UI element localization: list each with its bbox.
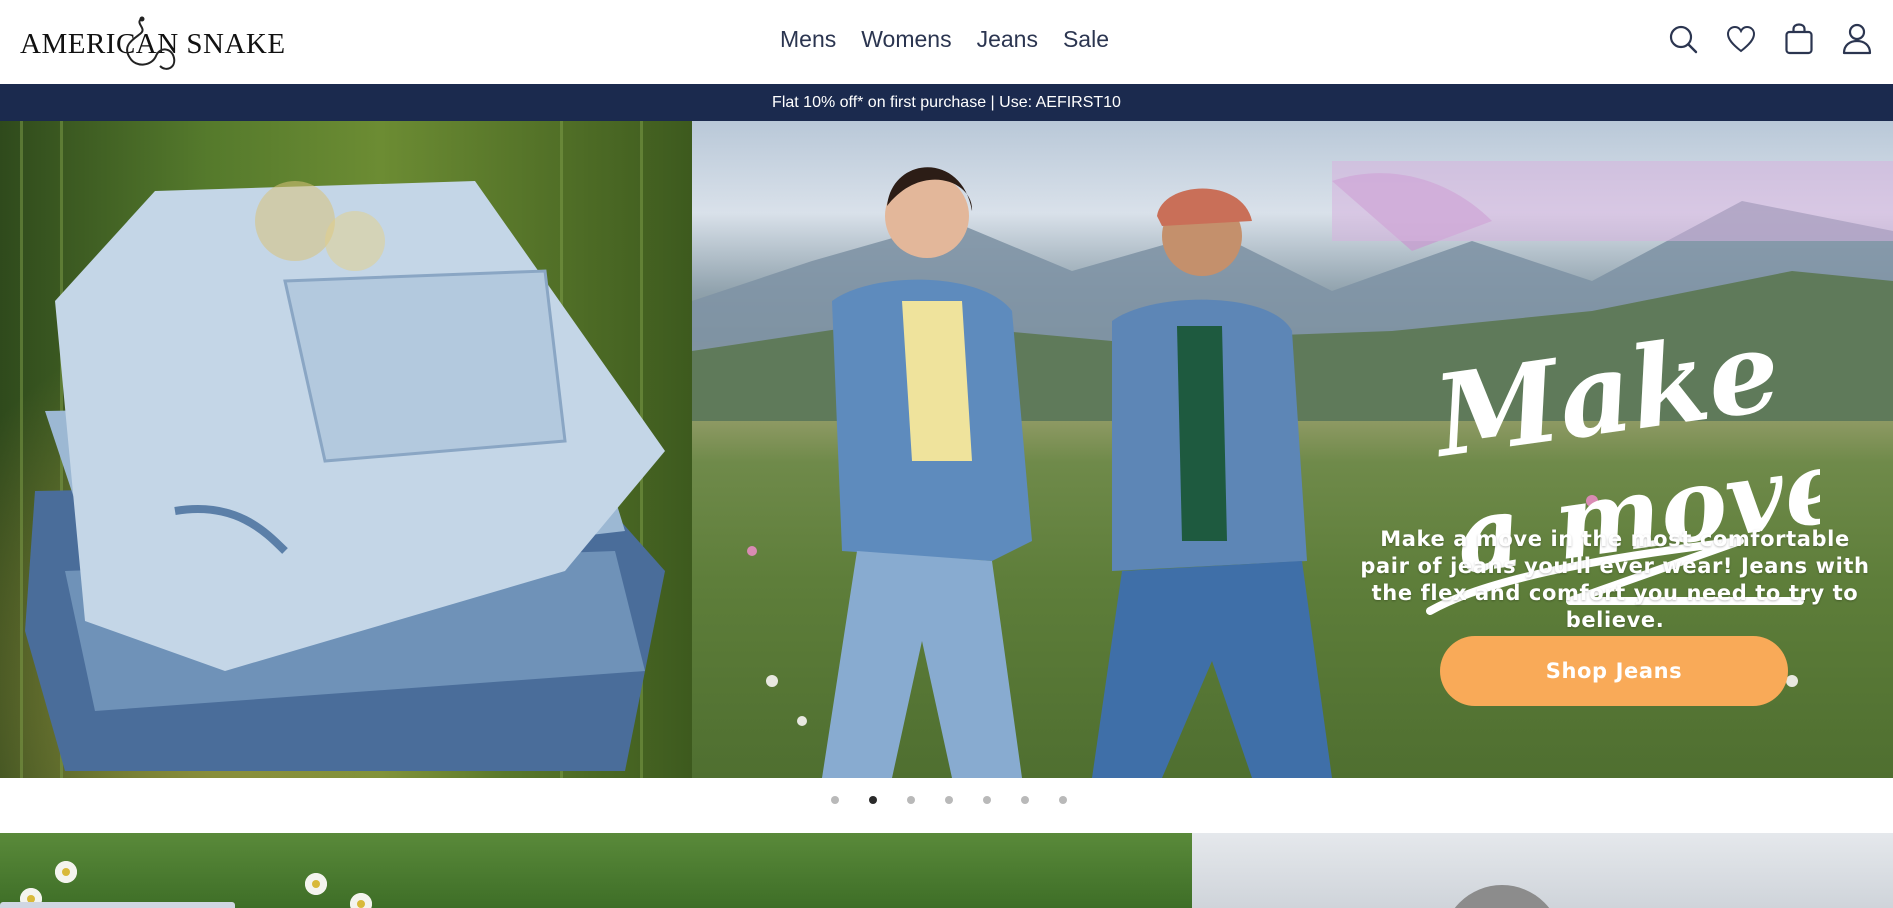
flower-decoration	[305, 873, 327, 895]
promo-tile-left[interactable]	[0, 833, 1192, 908]
site-header: AMERICAN SNAKE Mens Womens Jeans Sale	[0, 0, 1893, 84]
hero-description: Make a move in the most comfortable pair…	[1360, 527, 1870, 632]
bag-icon[interactable]	[1783, 22, 1815, 56]
brand-logo[interactable]: AMERICAN SNAKE	[20, 16, 285, 70]
promo-text: Flat 10% off* on first purchase | Use: A…	[772, 94, 1121, 111]
nav-item-sale[interactable]: Sale	[1063, 26, 1109, 53]
user-icon[interactable]	[1841, 22, 1873, 56]
grass-blade	[20, 121, 23, 778]
promo-tile-right[interactable]	[1192, 833, 1893, 908]
hero-banner[interactable]: Make a move Make a move in the most comf…	[0, 121, 1893, 778]
carousel-dot[interactable]	[869, 796, 877, 804]
carousel-dot[interactable]	[945, 796, 953, 804]
snake-logo-icon	[126, 16, 176, 70]
search-icon[interactable]	[1667, 22, 1699, 56]
header-actions	[1667, 22, 1873, 56]
heart-icon[interactable]	[1725, 22, 1757, 56]
shop-jeans-button[interactable]: Shop Jeans	[1440, 636, 1788, 706]
flower-decoration	[55, 861, 77, 883]
carousel-dot[interactable]	[907, 796, 915, 804]
nav-item-womens[interactable]: Womens	[861, 26, 951, 53]
folded-jeans-illustration	[25, 181, 665, 771]
promo-banner: Flat 10% off* on first purchase | Use: A…	[0, 84, 1893, 121]
floating-tab[interactable]	[0, 902, 235, 908]
carousel-dot[interactable]	[983, 796, 991, 804]
carousel-dot[interactable]	[1021, 796, 1029, 804]
carousel-dot[interactable]	[831, 796, 839, 804]
nav-item-mens[interactable]: Mens	[780, 26, 836, 53]
carousel-dot[interactable]	[1059, 796, 1067, 804]
nav-item-jeans[interactable]: Jeans	[977, 26, 1038, 53]
model-head-image	[1442, 885, 1562, 908]
flower-decoration	[350, 893, 372, 908]
carousel-dots	[0, 796, 1893, 804]
hero-image-jeans	[0, 121, 692, 778]
